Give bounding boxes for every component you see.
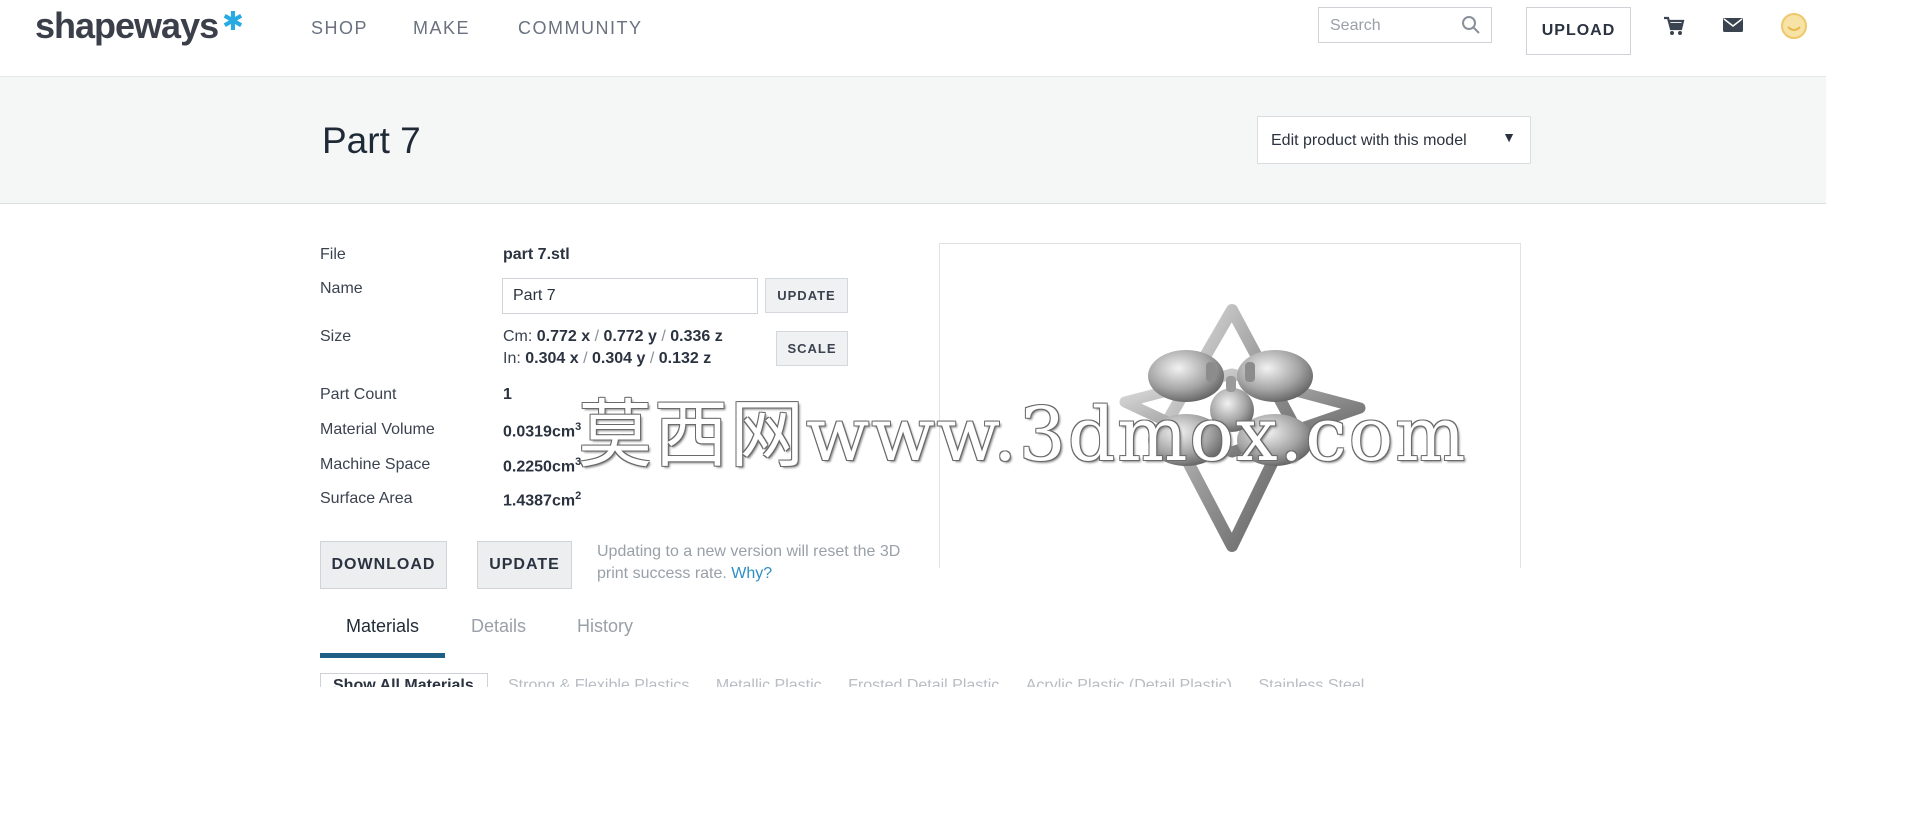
material-volume-number: 0.0319cm [503,423,576,441]
show-all-materials-label: Show All Materials [333,677,474,687]
cm-sep-1: / [594,328,600,345]
cart-icon[interactable] [1663,15,1685,37]
cm-sep-2: / [661,328,666,345]
tab-materials[interactable]: Materials [346,616,419,637]
watermark-text: 莫西网www.3dmox.com [578,392,1468,478]
edit-product-dropdown[interactable]: Edit product with this model ▼ [1257,116,1531,164]
in-x: 0.304 x [525,350,579,367]
file-value: part 7.stl [503,246,570,263]
cm-y: 0.772 y [603,328,657,345]
top-header: shapeways ✱ SHOP MAKE COMMUNITY Search U… [0,0,1826,76]
shapeways-logo[interactable]: shapeways [35,5,219,47]
page-title: Part 7 [322,120,421,161]
mail-icon[interactable] [1723,17,1743,33]
material-filter-strip: Strong & Flexible Plastics Metallic Plas… [508,673,1488,687]
nav-make[interactable]: MAKE [413,18,470,39]
nav-shop[interactable]: SHOP [311,18,368,39]
show-all-materials-button[interactable]: Show All Materials [320,673,488,687]
in-y: 0.304 y [592,350,646,367]
cm-z: 0.336 z [670,328,723,345]
part-count-value: 1 [503,386,512,403]
cm-x: 0.772 x [536,328,591,345]
why-link[interactable]: Why? [731,565,772,582]
search-input[interactable]: Search [1318,7,1492,43]
machine-space-number: 0.2250cm [503,458,576,476]
material-filter-item[interactable]: Frosted Detail Plastic [848,673,999,687]
part-count-label: Part Count [320,386,397,403]
in-sep-1: / [583,350,588,367]
user-avatar-icon[interactable] [1781,13,1807,39]
material-volume-label: Material Volume [320,421,435,438]
title-band [0,76,1826,204]
name-update-button[interactable]: UPDATE [765,278,848,313]
material-filter-item[interactable]: Acrylic Plastic (Detail Plastic) [1026,673,1232,687]
size-in: In: 0.304 x / 0.304 y / 0.132 z [503,350,711,368]
material-filter-item[interactable]: Metallic Plastic [716,673,822,687]
surface-area-value: 1.4387cm2 [503,490,581,510]
file-label: File [320,246,346,263]
scale-button[interactable]: SCALE [776,331,848,366]
in-label: In: [503,350,521,367]
surface-area-unit-exp: 2 [575,490,582,502]
size-label: Size [320,328,352,345]
surface-area-label: Surface Area [320,490,413,507]
name-label: Name [320,280,363,297]
update-version-button[interactable]: UPDATE [477,541,572,589]
cm-label: Cm: [503,328,533,345]
name-input[interactable]: Part 7 [502,278,758,314]
star-icon: ✱ [222,6,244,36]
search-icon[interactable] [1461,15,1481,35]
nav-community[interactable]: COMMUNITY [518,18,643,39]
chevron-down-icon: ▼ [1502,129,1516,145]
machine-space-value: 0.2250cm3 [503,456,581,476]
download-button[interactable]: DOWNLOAD [320,541,447,589]
tab-history[interactable]: History [577,616,633,637]
search-placeholder: Search [1330,17,1381,34]
machine-space-label: Machine Space [320,456,431,473]
material-filter-item[interactable]: Stainless Steel [1258,673,1364,687]
upload-button[interactable]: UPLOAD [1526,7,1631,55]
in-sep-2: / [649,350,655,367]
material-filter-item[interactable]: Strong & Flexible Plastics [508,673,689,687]
material-volume-value: 0.0319cm3 [503,421,581,441]
update-note: Updating to a new version will reset the… [597,541,917,585]
tab-details[interactable]: Details [471,616,526,637]
surface-area-number: 1.4387cm [503,492,576,510]
in-z: 0.132 z [658,350,712,367]
size-cm: Cm: 0.772 x / 0.772 y / 0.336 z [503,328,723,346]
active-tab-indicator [320,653,445,658]
edit-product-label: Edit product with this model [1271,132,1467,149]
